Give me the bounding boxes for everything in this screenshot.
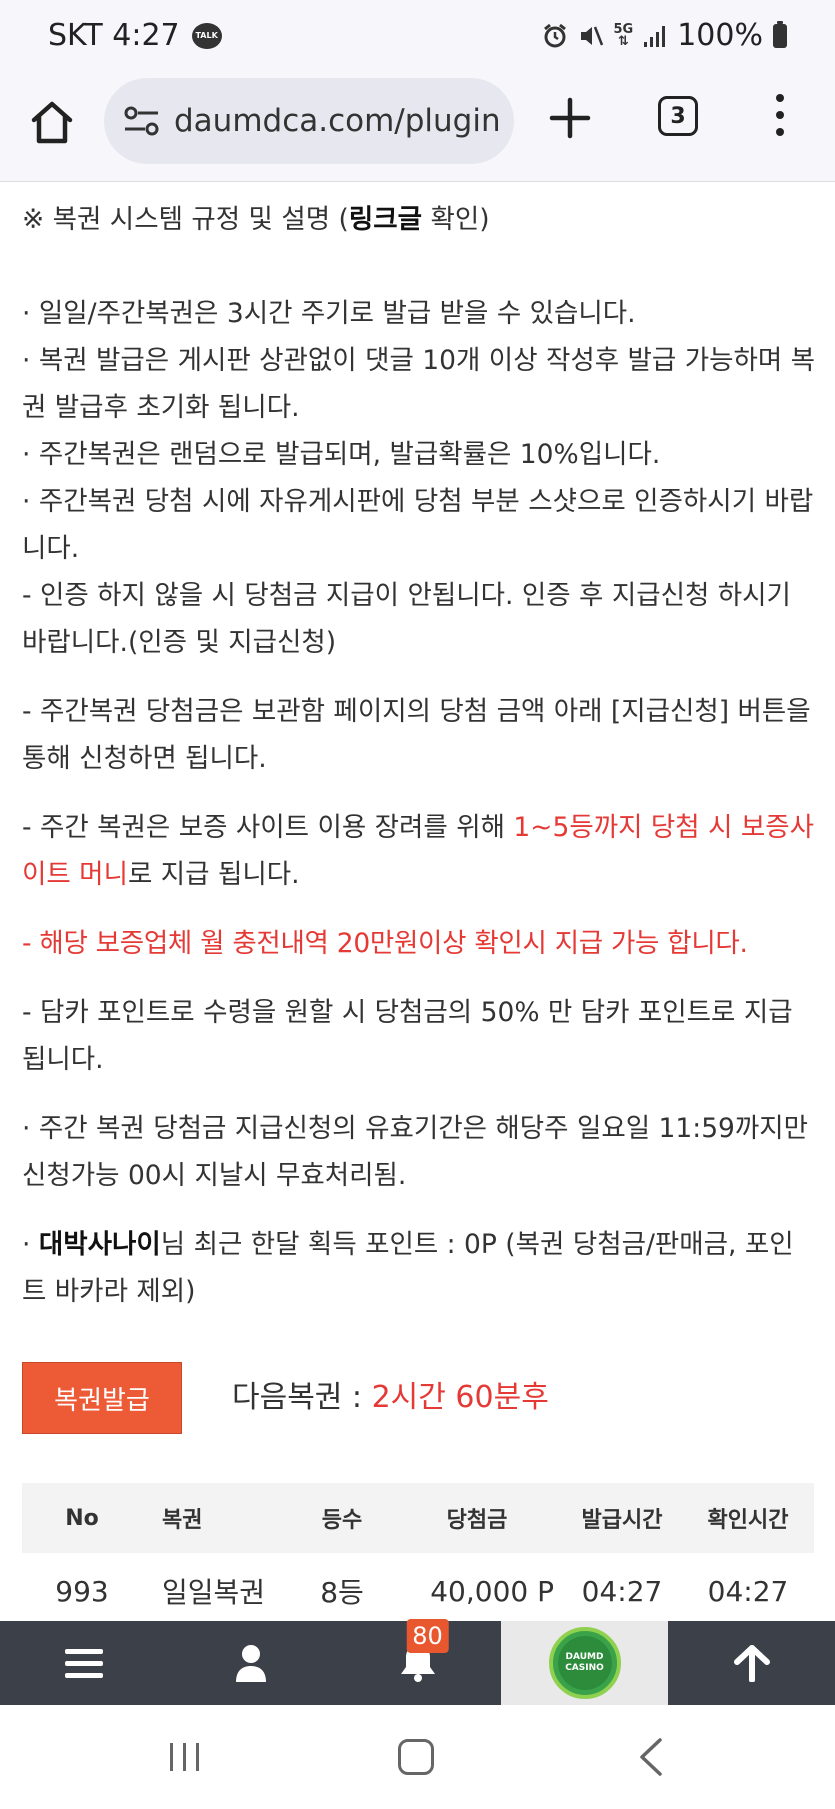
rule-item: · 대박사나이님 최근 한달 획득 포인트 : 0P (복권 당첨금/판매금, … xyxy=(22,1221,816,1315)
rule-text: 로 지급 됩니다. xyxy=(127,859,300,890)
next-lottery-label: 다음복권 : xyxy=(232,1380,372,1415)
cell-issue-time: 04:27 xyxy=(581,1574,663,1608)
rule-item: - 인증 하지 않을 시 당첨금 지급이 안됩니다. 인증 후 지급신청 하시기… xyxy=(22,580,791,658)
network-5g-icon: 5G ⇅ xyxy=(614,23,634,49)
logo-inner: DAUMD CASINO xyxy=(557,1636,612,1690)
header-prize: 당첨금 xyxy=(446,1508,508,1533)
back-icon[interactable] xyxy=(636,1737,666,1777)
nav-logo-button[interactable]: DAUMD CASINO xyxy=(501,1621,668,1705)
status-bar: SKT 4:27 TALK 5G ⇅ 100% xyxy=(0,0,835,78)
cell-rank: 8등 xyxy=(320,1576,364,1609)
header-no: No xyxy=(65,1505,99,1531)
rule-item: - 주간복권 당첨금은 보관함 페이지의 당첨 금액 아래 [지급신청] 버튼을… xyxy=(22,696,811,774)
lottery-rules: ※ 복권 시스템 규정 및 설명 (링크글 확인) · 일일/주간복권은 3시간… xyxy=(22,196,816,1315)
cell-check-time: 04:27 xyxy=(707,1574,789,1608)
hamburger-icon xyxy=(64,1649,103,1678)
rule-text: - 주간 복권은 보증 사이트 이용 장려를 위해 xyxy=(22,812,514,843)
dot-icon xyxy=(776,111,784,119)
status-left: SKT 4:27 TALK xyxy=(48,18,222,53)
next-lottery-info: 다음복권 : 2시간 60분후 xyxy=(232,1372,549,1416)
rule-item: · 주간복권 당첨 시에 자유게시판에 당첨 부분 스샷으로 인증하시기 바랍니… xyxy=(22,486,814,564)
header-issue-time: 발급시간 xyxy=(581,1508,663,1533)
nav-notifications-button[interactable]: 80 xyxy=(334,1619,501,1705)
logo-text-top: DAUMD xyxy=(565,1652,604,1662)
rules-heading: ※ 복권 시스템 규정 및 설명 (링크글 확인) xyxy=(22,196,816,243)
url-bar[interactable]: daumdca.com/plugin xyxy=(104,78,514,164)
tab-switcher-button[interactable]: 3 xyxy=(658,96,698,136)
username: 대박사나이 xyxy=(38,1229,161,1260)
header-lottery: 복권 xyxy=(162,1508,203,1533)
arrow-up-icon xyxy=(733,1645,770,1682)
browser-toolbar: daumdca.com/plugin 3 xyxy=(0,78,835,182)
table-row[interactable]: 993 일일복권 8등 40,000 P 04:27 04:27 xyxy=(22,1553,814,1629)
rule-text: - xyxy=(22,928,40,959)
dot-icon xyxy=(776,94,784,102)
lottery-table: No 복권 등수 당첨금 발급시간 확인시간 993 일일복권 8등 40,00… xyxy=(22,1483,814,1629)
header-rank: 등수 xyxy=(321,1508,363,1533)
user-icon xyxy=(235,1645,266,1682)
daumd-casino-logo: DAUMD CASINO xyxy=(548,1627,621,1699)
plus-icon xyxy=(549,97,591,139)
battery-icon xyxy=(773,20,787,48)
issue-row: 복권발급 다음복권 : 2시간 60분후 xyxy=(22,1362,816,1434)
site-settings-icon[interactable] xyxy=(122,103,162,139)
url-text[interactable]: daumdca.com/plugin xyxy=(174,103,501,139)
data-arrows-icon: ⇅ xyxy=(617,33,629,49)
rule-highlight: 해당 보증업체 월 충전내역 20만원이상 확인시 지급 가능 합니다. xyxy=(39,928,748,959)
heading-text: ※ 복권 시스템 규정 및 설명 ( xyxy=(22,204,349,235)
rule-item: · 주간복권은 랜덤으로 발급되며, 발급확률은 10%입니다. xyxy=(22,439,661,470)
recent-apps-icon[interactable] xyxy=(168,1741,202,1773)
cell-lottery: 일일복권 xyxy=(162,1576,266,1609)
alarm-icon xyxy=(542,23,568,49)
rule-item: · 복권 발급은 게시판 상관없이 댓글 10개 이상 작성후 발급 가능하며 … xyxy=(22,345,816,423)
rule-item: - 주간 복권은 보증 사이트 이용 장려를 위해 1~5등까지 당첨 시 보증… xyxy=(22,804,816,898)
kakaotalk-icon: TALK xyxy=(191,22,222,49)
notification-badge: 80 xyxy=(406,1619,449,1653)
site-bottom-nav: 80 DAUMD CASINO xyxy=(0,1619,835,1705)
logo-text-bottom: CASINO xyxy=(565,1663,604,1673)
new-tab-button[interactable] xyxy=(548,96,592,140)
carrier-time: SKT 4:27 xyxy=(48,18,180,53)
cell-no: 993 xyxy=(55,1574,109,1608)
dot-icon xyxy=(776,128,784,136)
nav-scroll-top-button[interactable] xyxy=(668,1621,835,1705)
heading-text-suffix: 확인) xyxy=(422,204,490,235)
table-header: No 복권 등수 당첨금 발급시간 확인시간 xyxy=(22,1483,814,1553)
issue-lottery-button[interactable]: 복권발급 xyxy=(22,1362,182,1434)
header-check-time: 확인시간 xyxy=(707,1508,789,1533)
home-icon xyxy=(31,101,73,144)
android-home-icon[interactable] xyxy=(398,1739,434,1775)
rule-item: · 일일/주간복권은 3시간 주기로 발급 받을 수 있습니다. xyxy=(22,298,636,329)
rule-item: - 담카 포인트로 수령을 원할 시 당첨금의 50% 만 담카 포인트로 지급… xyxy=(22,997,793,1075)
cell-prize: 40,000 P xyxy=(430,1574,554,1608)
more-menu-button[interactable] xyxy=(770,94,790,140)
next-lottery-time: 2시간 60분후 xyxy=(371,1380,549,1415)
status-right: 5G ⇅ 100% xyxy=(542,18,787,53)
nav-profile-button[interactable] xyxy=(167,1621,334,1705)
signal-icon xyxy=(643,24,667,48)
battery-percent: 100% xyxy=(677,18,763,53)
nav-menu-button[interactable] xyxy=(0,1621,167,1705)
rule-text: · xyxy=(22,1229,39,1260)
android-nav-bar xyxy=(0,1705,835,1809)
home-button[interactable] xyxy=(28,98,76,146)
rule-item: · 주간 복권 당첨금 지급신청의 유효기간은 해당주 일요일 11:59까지만… xyxy=(22,1113,809,1191)
rule-item: - 해당 보증업체 월 충전내역 20만원이상 확인시 지급 가능 합니다. xyxy=(22,920,816,967)
link-post[interactable]: 링크글 xyxy=(349,204,422,235)
mute-icon xyxy=(578,23,604,49)
